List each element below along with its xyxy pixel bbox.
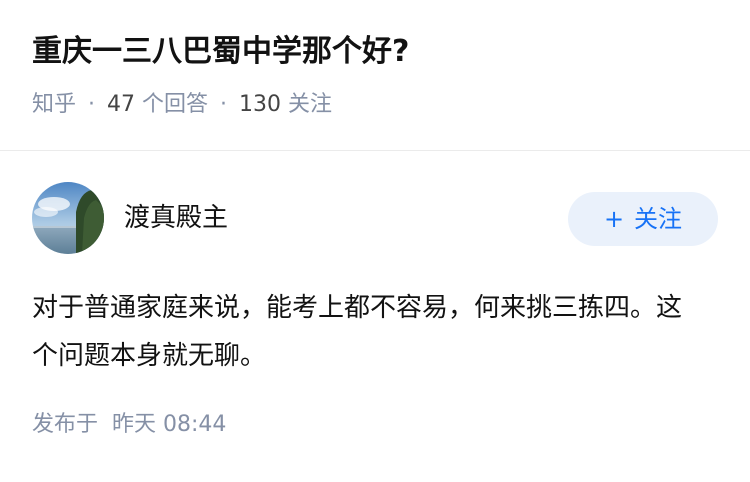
question-title[interactable]: 重庆一三八巴蜀中学那个好? (32, 30, 718, 74)
divider (0, 150, 750, 151)
separator-dot: · (88, 92, 96, 117)
avatar[interactable] (32, 182, 104, 254)
published-time: 昨天 08:44 (112, 412, 227, 437)
source-label[interactable]: 知乎 (32, 92, 76, 117)
follows-count: 130 (239, 92, 282, 117)
answers-label[interactable]: 个回答 (142, 92, 208, 117)
question-header: 重庆一三八巴蜀中学那个好? 知乎 · 47 个回答 · 130 关注 (32, 30, 718, 120)
published-label: 发布于 (32, 412, 99, 437)
question-meta: 知乎 · 47 个回答 · 130 关注 (32, 90, 718, 120)
author-name[interactable]: 渡真殿主 (124, 200, 228, 236)
answer-time: 发布于 昨天 08:44 (32, 410, 718, 440)
follow-button[interactable]: + 关注 (568, 192, 718, 246)
author-row: 渡真殿主 + 关注 (32, 182, 718, 256)
plus-icon: + (603, 205, 625, 233)
follows-label[interactable]: 关注 (288, 92, 332, 117)
answer-card: 渡真殿主 + 关注 对于普通家庭来说，能考上都不容易，何来挑三拣四。这个问题本身就… (32, 182, 718, 440)
answers-count: 47 (107, 92, 136, 117)
separator-dot: · (220, 92, 228, 117)
follow-button-label: 关注 (634, 205, 683, 233)
landscape-avatar-icon (32, 182, 104, 254)
answer-content: 对于普通家庭来说，能考上都不容易，何来挑三拣四。这个问题本身就无聊。 (32, 293, 683, 371)
